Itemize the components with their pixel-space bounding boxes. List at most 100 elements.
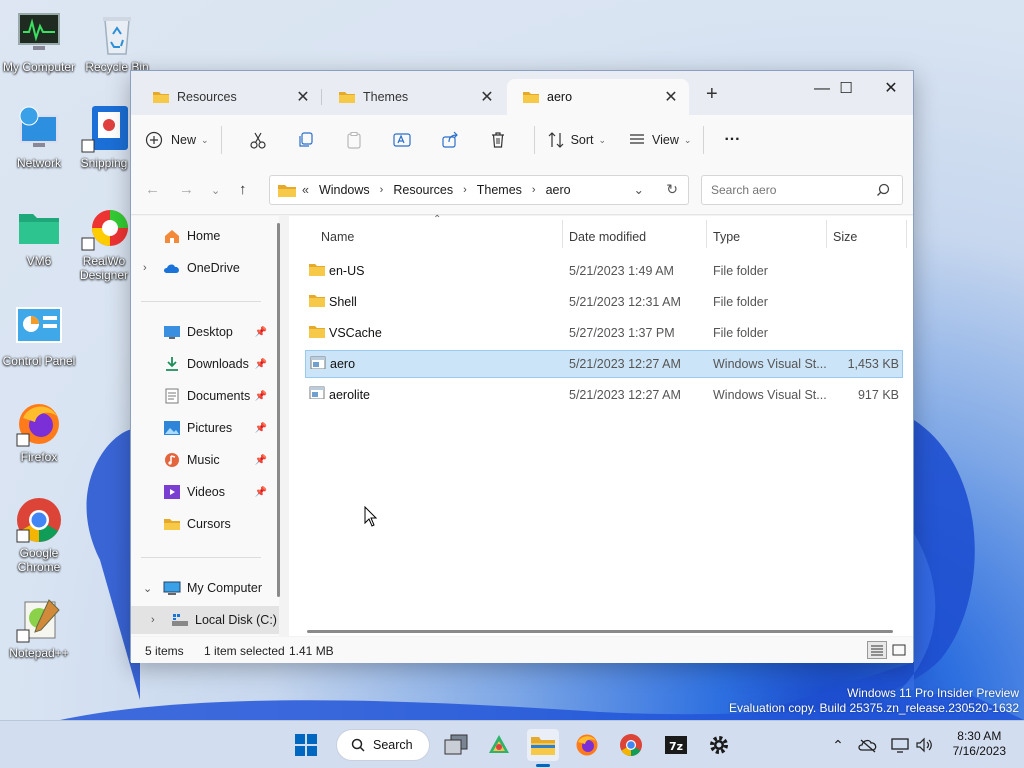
sidebar-item-pictures[interactable]: Pictures 📌	[131, 414, 279, 442]
view-button[interactable]: View ⌄	[628, 123, 691, 157]
desktop-icon-realworld-designer[interactable]: RealWo Designer	[74, 204, 134, 282]
file-row-shell[interactable]: Shell 5/21/2023 12:31 AM File folder	[305, 288, 903, 316]
sidebar-item-documents[interactable]: Documents 📌	[131, 382, 279, 410]
breadcrumb-separator-icon[interactable]: ›	[380, 184, 384, 196]
column-divider[interactable]	[826, 220, 827, 248]
desktop-icon-network[interactable]: Network	[0, 106, 78, 170]
pin-icon[interactable]: 📌	[255, 455, 267, 466]
sidebar-item-local-disk[interactable]: › Local Disk (C:)	[131, 606, 279, 634]
desktop-icon-control-panel[interactable]: Control Panel	[0, 304, 78, 368]
volume-tray-icon[interactable]	[908, 729, 940, 761]
taskbar-app-7zip[interactable]: 7z	[660, 729, 692, 761]
taskbar-app-chrome[interactable]	[615, 729, 647, 761]
pin-icon[interactable]: 📌	[255, 487, 267, 498]
recent-chevron-icon[interactable]: ⌄	[211, 184, 220, 197]
file-row-vscache[interactable]: VSCache 5/27/2023 1:37 PM File folder	[305, 319, 903, 347]
pin-icon[interactable]: 📌	[255, 359, 267, 370]
breadcrumb-separator-icon[interactable]: ›	[463, 184, 467, 196]
close-window-button[interactable]: ✕	[868, 75, 914, 103]
start-button[interactable]	[290, 729, 322, 761]
sidebar-item-onedrive[interactable]: › OneDrive	[131, 254, 279, 282]
close-tab-icon[interactable]: ✕	[295, 87, 311, 107]
column-divider[interactable]	[562, 220, 563, 248]
sidebar-item-home[interactable]: Home	[131, 222, 279, 250]
desktop-icon-firefox[interactable]: Firefox	[0, 400, 78, 464]
onedrive-tray-icon[interactable]	[852, 729, 884, 761]
column-divider[interactable]	[906, 220, 907, 248]
tiles-view-button[interactable]	[889, 641, 909, 659]
desktop-icon-my-computer[interactable]: My Computer	[0, 10, 78, 74]
show-hidden-icons-chevron[interactable]: ⌃	[822, 729, 854, 761]
system-clock[interactable]: 8:30 AM 7/16/2023	[953, 729, 1006, 759]
maximize-button[interactable]: ☐	[823, 75, 869, 103]
pin-icon[interactable]: 📌	[255, 327, 267, 338]
new-button[interactable]: New ⌄	[145, 123, 209, 157]
sort-label: Sort	[570, 133, 594, 147]
delete-button[interactable]	[474, 123, 522, 157]
desktop-icon-snipping[interactable]: Snipping	[74, 106, 134, 170]
sort-button[interactable]: Sort ⌄	[547, 123, 606, 157]
collapse-chevron-icon[interactable]: ⌄	[143, 582, 163, 595]
address-bar[interactable]: « Windows › Resources › Themes › aero ⌄ …	[269, 175, 689, 205]
address-overflow[interactable]: «	[302, 183, 309, 197]
network-icon	[15, 106, 63, 154]
tab-themes[interactable]: Themes ✕	[323, 79, 505, 115]
close-tab-icon[interactable]: ✕	[663, 87, 679, 107]
back-arrow-icon[interactable]: ←	[145, 181, 160, 198]
sidebar-item-videos[interactable]: Videos 📌	[131, 478, 279, 506]
pin-icon[interactable]: 📌	[255, 423, 267, 434]
sidebar-item-downloads[interactable]: Downloads 📌	[131, 350, 279, 378]
file-row-aero[interactable]: aero 5/21/2023 12:27 AM Windows Visual S…	[305, 350, 903, 378]
pin-icon[interactable]: 📌	[255, 391, 267, 402]
up-arrow-icon[interactable]: ↑	[239, 181, 247, 198]
sidebar-item-desktop[interactable]: Desktop 📌	[131, 318, 279, 346]
forward-arrow-icon[interactable]: →	[179, 181, 194, 198]
breadcrumb-themes[interactable]: Themes	[477, 183, 522, 197]
pictures-icon	[164, 421, 180, 435]
search-placeholder: Search aero	[711, 183, 777, 197]
search-input[interactable]: Search aero	[701, 175, 903, 205]
column-header-name[interactable]: Name	[321, 230, 354, 244]
new-tab-button[interactable]: +	[706, 83, 718, 106]
taskbar-app-settings[interactable]	[703, 729, 735, 761]
sidebar-item-music[interactable]: Music 📌	[131, 446, 279, 474]
taskbar-search[interactable]: Search	[336, 729, 430, 761]
desktop-icon-vm6[interactable]: VM6	[0, 204, 78, 268]
close-tab-icon[interactable]: ✕	[479, 87, 495, 107]
column-header-date[interactable]: Date modified	[569, 230, 646, 244]
breadcrumb-windows[interactable]: Windows	[319, 183, 370, 197]
more-options-button[interactable]: ···	[716, 123, 748, 157]
sidebar-item-cursors[interactable]: Cursors	[131, 510, 279, 538]
column-divider[interactable]	[706, 220, 707, 248]
desktop-icon-recycle-bin[interactable]: Recycle Bin	[78, 10, 156, 74]
cut-button[interactable]	[234, 123, 282, 157]
desktop-icon-google-chrome[interactable]: Google Chrome	[0, 496, 78, 574]
sidebar-scrollbar[interactable]	[277, 223, 280, 597]
tab-aero[interactable]: aero ✕	[507, 79, 689, 115]
taskbar-app-photos[interactable]	[483, 729, 515, 761]
horizontal-scrollbar[interactable]	[307, 630, 893, 633]
desktop-icon-notepadpp[interactable]: Notepad++	[0, 596, 78, 660]
expand-chevron-icon[interactable]: ›	[151, 614, 171, 626]
refresh-icon[interactable]: ↻	[666, 181, 678, 198]
rename-button[interactable]	[378, 123, 426, 157]
file-row-en-us[interactable]: en-US 5/21/2023 1:49 AM File folder	[305, 257, 903, 285]
sidebar-item-my-computer[interactable]: ⌄ My Computer	[131, 574, 279, 602]
file-row-aerolite[interactable]: aerolite 5/21/2023 12:27 AM Windows Visu…	[305, 381, 903, 409]
tab-resources[interactable]: Resources ✕	[137, 79, 321, 115]
breadcrumb-separator-icon[interactable]: ›	[532, 184, 536, 196]
breadcrumb-resources[interactable]: Resources	[393, 183, 453, 197]
column-header-type[interactable]: Type	[713, 230, 740, 244]
column-header-size[interactable]: Size	[833, 230, 857, 244]
expand-chevron-icon[interactable]: ›	[143, 262, 163, 274]
task-view-button[interactable]	[440, 729, 472, 761]
task-view-icon	[444, 734, 468, 755]
share-button[interactable]	[426, 123, 474, 157]
taskbar-app-file-explorer[interactable]	[527, 729, 559, 767]
paste-button[interactable]	[330, 123, 378, 157]
copy-button[interactable]	[282, 123, 330, 157]
breadcrumb-aero[interactable]: aero	[546, 183, 571, 197]
details-view-button[interactable]	[867, 641, 887, 659]
taskbar-app-firefox[interactable]	[571, 729, 603, 761]
address-dropdown-icon[interactable]: ⌄	[634, 182, 644, 197]
